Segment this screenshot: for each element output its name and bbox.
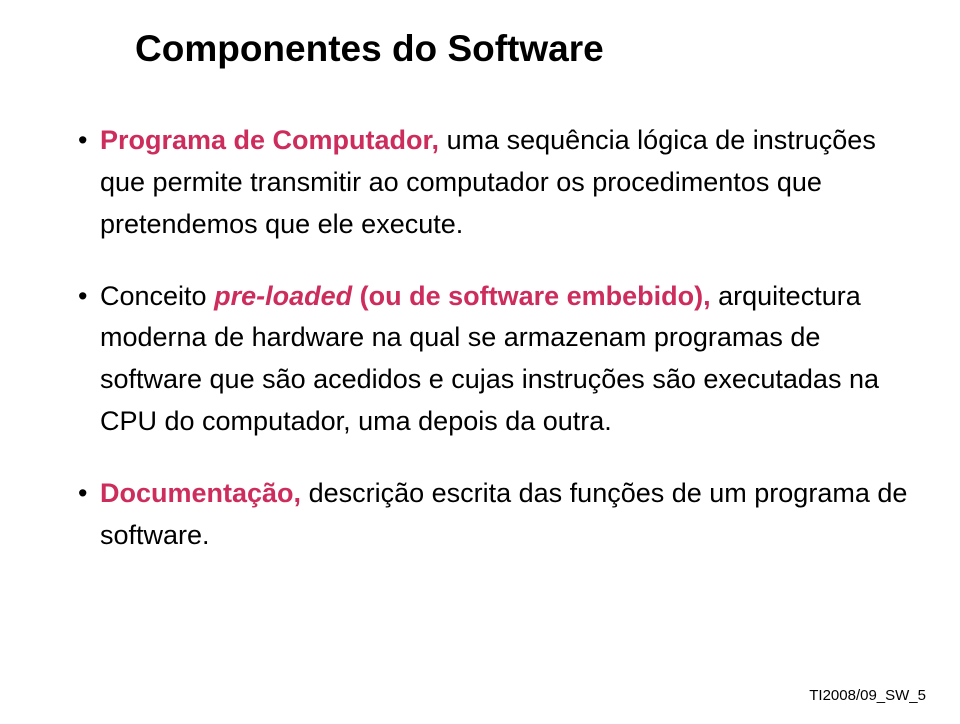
bullet-list: Programa de Computador, uma sequência ló… [50,120,910,557]
term-highlight-italic: pre-loaded [214,281,352,311]
term-highlight: Documentação, [100,478,301,508]
bullet-prefix: Conceito [100,281,214,311]
bullet-item: Conceito pre-loaded (ou de software embe… [78,276,910,443]
slide-title: Componentes do Software [135,28,910,70]
bullet-item: Documentação, descrição escrita das funç… [78,473,910,557]
term-highlight: Programa de Computador, [100,125,439,155]
term-highlight: (ou de software embebido), [352,281,711,311]
bullet-item: Programa de Computador, uma sequência ló… [78,120,910,246]
slide-footer: TI2008/09_SW_5 [809,687,926,704]
